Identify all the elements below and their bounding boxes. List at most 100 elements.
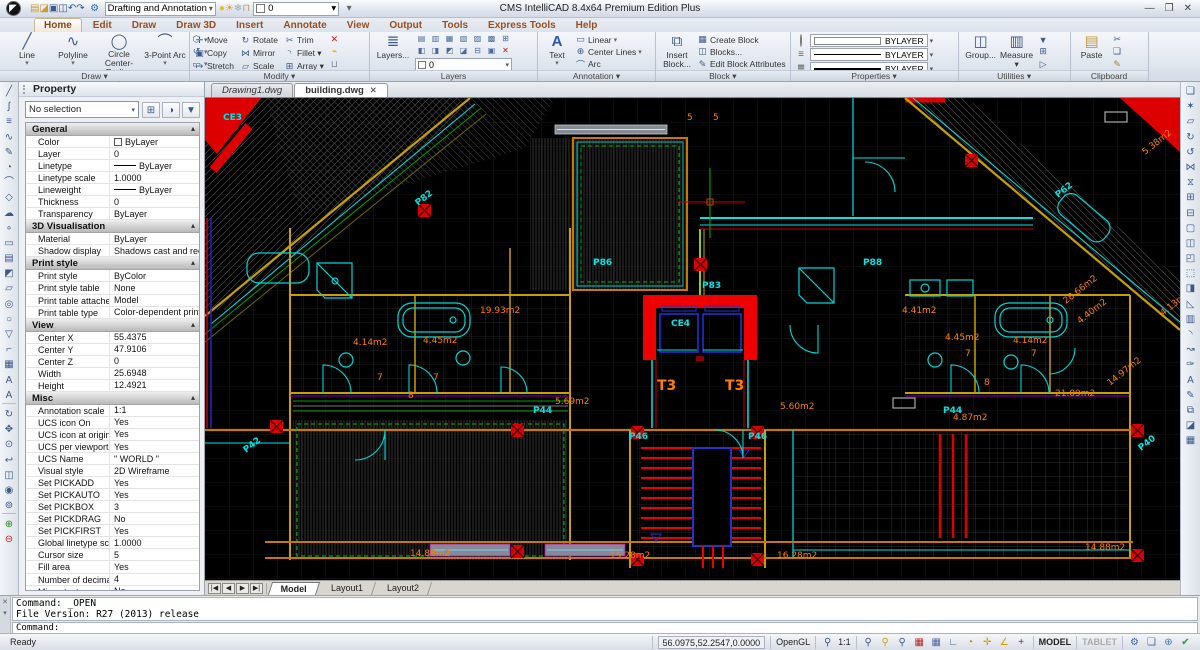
ok-check-icon[interactable]: ✔ bbox=[1179, 636, 1192, 649]
point-icon[interactable]: ∘ bbox=[1, 221, 17, 236]
edit-attributes-button[interactable]: ✎Edit Block Attributes bbox=[697, 59, 786, 70]
matchprops-icon[interactable]: ✎ bbox=[1183, 388, 1199, 403]
redo-icon[interactable]: ↷ bbox=[76, 3, 84, 14]
document-tab-Drawing1-dwg[interactable]: Drawing1.dwg bbox=[211, 83, 293, 97]
polygon-icon[interactable]: ◇ bbox=[1, 190, 17, 205]
measure-icon[interactable]: ▥ bbox=[1183, 312, 1199, 327]
polyline-icon[interactable]: ∿ bbox=[1, 130, 17, 145]
table-icon[interactable]: ▦ bbox=[1, 357, 17, 372]
first-tab-arrow[interactable]: |◀ bbox=[208, 583, 221, 594]
property-row[interactable]: Layer0 bbox=[26, 148, 199, 160]
panel-label-modify[interactable]: Modify ▾ bbox=[190, 70, 369, 81]
zoom-realtime-icon[interactable]: ⊚ bbox=[1, 498, 17, 513]
layer-tool-icon-6[interactable]: ⊞ bbox=[499, 34, 512, 45]
ribbon-tab-express-tools[interactable]: Express Tools bbox=[479, 19, 565, 32]
next-tab-arrow[interactable]: ▶ bbox=[236, 583, 249, 594]
prev-tab-arrow[interactable]: ◀ bbox=[222, 583, 235, 594]
polyline-button[interactable]: ∿Polyline▾ bbox=[50, 34, 96, 70]
check-icon[interactable]: ▷ bbox=[1038, 59, 1049, 70]
property-row[interactable]: LinetypeByLayer bbox=[26, 160, 199, 172]
property-row[interactable]: Center X55.4375 bbox=[26, 332, 199, 344]
annotation-scale-icon[interactable]: ⚲ bbox=[821, 636, 834, 649]
arc-button[interactable]: ⌒3-Point Arc▾ bbox=[142, 34, 188, 70]
panel-label-clipboard[interactable]: Clipboard bbox=[1071, 70, 1148, 81]
spline-icon[interactable]: ∫ bbox=[1, 99, 17, 114]
qat-more-icon[interactable]: ▾ bbox=[342, 3, 356, 14]
trim-icon[interactable]: ▢ bbox=[1183, 221, 1199, 236]
fillet-icon[interactable]: ◝ bbox=[1183, 327, 1199, 342]
workspace-combo[interactable]: Drafting and Annotation ▾ bbox=[105, 2, 216, 16]
esnap-icon[interactable]: ✛ bbox=[981, 636, 994, 649]
cut-icon[interactable]: ✂ bbox=[1112, 34, 1123, 45]
copy-button[interactable]: ▣Copy bbox=[194, 47, 234, 59]
plot-preview-icon[interactable]: ◫ bbox=[58, 3, 67, 14]
property-row[interactable]: Number of decimal plac...4 bbox=[26, 574, 199, 586]
globe-icon[interactable]: ⊕ bbox=[1162, 636, 1175, 649]
mtext-icon[interactable]: A bbox=[1, 373, 17, 388]
property-row[interactable]: Print table attached toModel bbox=[26, 295, 199, 307]
circle-icon[interactable]: ◔ bbox=[1, 160, 17, 175]
ribbon-tab-home[interactable]: Home bbox=[34, 18, 82, 32]
pedit-icon[interactable]: ↝ bbox=[1183, 342, 1199, 357]
layout-tab-layout1[interactable]: Layout1 bbox=[319, 582, 376, 595]
measure-button[interactable]: ▥Measure ▾ bbox=[999, 34, 1035, 70]
fillet-button[interactable]: ◝Fillet ▾ bbox=[284, 47, 324, 59]
ray-icon[interactable]: ⌐ bbox=[1, 342, 17, 357]
annotation-scale-value[interactable]: 1:1 bbox=[838, 637, 851, 647]
property-row[interactable]: UCS icon OnYes bbox=[26, 417, 199, 429]
layer-tool-icon-3[interactable]: ▧ bbox=[457, 34, 470, 45]
annotation-visibility-icon[interactable]: ⚲ bbox=[879, 636, 892, 649]
attr-icon[interactable]: ◪ bbox=[1183, 418, 1199, 433]
hatch-icon[interactable]: ▤ bbox=[1, 251, 17, 266]
pan-icon[interactable]: ✥ bbox=[1, 422, 17, 437]
layer-tool-icon-0[interactable]: ▤ bbox=[415, 34, 428, 45]
explode-icon[interactable]: ⌁ bbox=[329, 46, 340, 57]
layers-manager-button[interactable]: ≣ Layers... bbox=[374, 34, 412, 70]
model-space-toggle[interactable]: MODEL bbox=[1039, 637, 1072, 647]
ribbon-tab-draw[interactable]: Draw bbox=[123, 19, 165, 32]
property-row[interactable]: MaterialByLayer bbox=[26, 233, 199, 245]
layout-tab-layout2[interactable]: Layout2 bbox=[375, 582, 432, 595]
rotate-button[interactable]: ↻Rotate bbox=[240, 34, 278, 46]
grid-icon[interactable]: ▦ bbox=[930, 636, 943, 649]
line-button[interactable]: ╱Line▾ bbox=[4, 34, 50, 70]
property-section-view[interactable]: View▴ bbox=[26, 319, 199, 332]
property-section-print-style[interactable]: Print style▴ bbox=[26, 257, 199, 270]
block-editor-icon[interactable]: ⧉ bbox=[1183, 403, 1199, 418]
expand-command-icon[interactable]: ▾ bbox=[3, 609, 7, 617]
property-panel-title[interactable]: Property bbox=[19, 82, 204, 97]
layer-tool-icon-9[interactable]: ◩ bbox=[443, 46, 456, 57]
property-row[interactable]: UCS icon at originYes bbox=[26, 429, 199, 441]
save-icon[interactable]: ▣ bbox=[49, 3, 58, 14]
layer-lock-icon[interactable]: ⊓ bbox=[242, 3, 250, 14]
layer-tool-icon-8[interactable]: ◨ bbox=[429, 46, 442, 57]
panel-label-draw[interactable]: Draw ▾ bbox=[0, 70, 189, 81]
region-icon[interactable]: ▱ bbox=[1, 281, 17, 296]
layer-combo[interactable]: 0 ▾ bbox=[253, 2, 339, 16]
mirror3d-icon[interactable]: ⧖ bbox=[1183, 175, 1199, 190]
selection-dropdown[interactable]: No selection▾ bbox=[25, 101, 139, 118]
layer-tool-icon-11[interactable]: ⊟ bbox=[471, 46, 484, 57]
property-row[interactable]: Print table typeColor-dependent print st… bbox=[26, 307, 199, 319]
ribbon-tab-tools[interactable]: Tools bbox=[433, 19, 477, 32]
ribbon-tab-annotate[interactable]: Annotate bbox=[274, 19, 335, 32]
sketch-icon[interactable]: ✑ bbox=[1183, 357, 1199, 372]
panel-label-utilities[interactable]: Utilities ▾ bbox=[959, 70, 1070, 81]
filter-button[interactable]: ▼ bbox=[182, 102, 200, 118]
ribbon-tab-output[interactable]: Output bbox=[380, 19, 431, 32]
move-button[interactable]: ✛Move bbox=[194, 34, 234, 46]
annotation-scale-icon[interactable]: ⚲ bbox=[862, 636, 875, 649]
circle-button[interactable]: ◯Circle Center-Radius▾ bbox=[96, 34, 142, 70]
props-panel-icon[interactable]: ▦ bbox=[1183, 433, 1199, 448]
layer-tool-icon-1[interactable]: ▥ bbox=[429, 34, 442, 45]
scale-icon[interactable]: ▱ bbox=[1183, 114, 1199, 129]
property-row[interactable]: Center Y47.9106 bbox=[26, 344, 199, 356]
property-row[interactable]: Visual style2D Wireframe bbox=[26, 465, 199, 477]
centerlines-button[interactable]: ⊕Center Lines▾ bbox=[575, 46, 642, 57]
chamfer-icon[interactable]: ◺ bbox=[1183, 297, 1199, 312]
property-row[interactable]: Center Z0 bbox=[26, 356, 199, 368]
line-icon[interactable]: ╱ bbox=[1, 84, 17, 99]
zoom-dynamic-icon[interactable]: ◉ bbox=[1, 483, 17, 498]
text-button[interactable]: A Text ▾ bbox=[542, 34, 572, 70]
property-row[interactable]: Height12.4921 bbox=[26, 380, 199, 392]
